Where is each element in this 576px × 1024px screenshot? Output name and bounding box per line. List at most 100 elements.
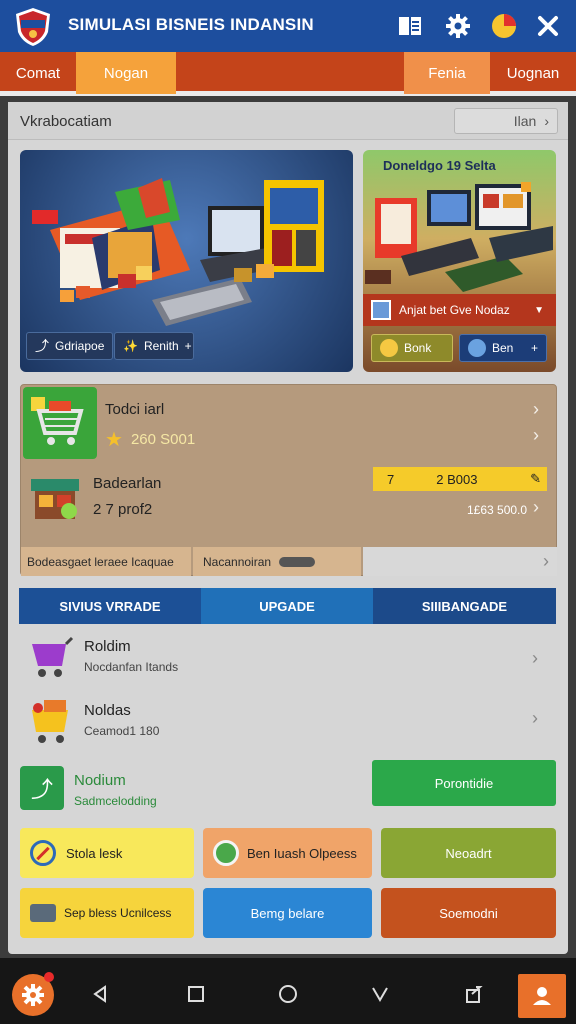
action-button-neoadrt[interactable]: Neoadrt	[381, 828, 556, 878]
globe-icon	[213, 840, 239, 866]
app-logo[interactable]	[12, 6, 54, 48]
recent-icon[interactable]	[366, 980, 394, 1008]
action-button-label: Bemg belare	[250, 905, 325, 921]
star-icon: ★	[105, 429, 123, 451]
stat-footer-more[interactable]: ›	[363, 547, 557, 576]
premium-title: Nodium	[74, 772, 126, 789]
bonus-button[interactable]: Bonk	[371, 334, 453, 362]
progress-bar	[279, 556, 316, 567]
chevron-right-icon[interactable]: ›	[533, 399, 539, 420]
list-item-subtitle: Nocdanfan Itands	[84, 660, 179, 674]
chevron-right-icon[interactable]: ›	[533, 497, 539, 518]
chevron-right-icon[interactable]: ›	[533, 425, 539, 446]
list-item[interactable]: Roldim Nocdanfan Itands ›	[20, 632, 557, 688]
list-item-subtitle: Ceamod1 180	[84, 724, 160, 738]
chevron-right-icon: ›	[544, 113, 549, 129]
banner-caption: Anjat bet Gve Nodaz	[399, 303, 510, 317]
notification-dot	[44, 972, 54, 982]
no-entry-icon	[30, 840, 56, 866]
gear-icon[interactable]	[12, 972, 54, 1016]
plus-icon: +	[530, 341, 538, 355]
main-tabs: Comat Nogan Fenia Uognan	[0, 52, 576, 96]
tab-nogan[interactable]: Nogan	[76, 52, 176, 94]
signpost-icon: ⤴	[20, 766, 64, 810]
store-banner-left[interactable]: ⤴ Gdriapoe ✨ Renith +	[20, 150, 353, 372]
arrow-up-icon: ⤴	[35, 338, 49, 354]
list-item[interactable]: Noldas Ceamod1 180 ›	[20, 694, 557, 750]
market-stall-icon	[27, 469, 83, 525]
profile-icon[interactable]	[518, 974, 566, 1018]
tab-comat[interactable]: Comat	[0, 52, 76, 94]
chevron-right-icon: ›	[543, 551, 549, 571]
banner-button-primary-label: Gdriapoe	[55, 339, 105, 353]
action-button-label: Ben Iuash Olpeess	[247, 845, 357, 861]
stat-badge: 7 2 B003 ✎	[373, 467, 547, 491]
stat-title-2: Badearlan	[93, 475, 162, 492]
plus-icon: +	[184, 339, 192, 353]
compass-icon: ✨	[123, 339, 138, 353]
purple-cart-icon	[26, 636, 74, 680]
chevron-right-icon: ›	[532, 708, 538, 728]
premium-subtitle: Sadmcelodding	[74, 794, 157, 808]
image-icon	[371, 300, 391, 320]
bank-button[interactable]: Ben +	[459, 334, 547, 362]
action-button-label: Neoadrt	[445, 845, 492, 861]
globe-icon	[468, 339, 486, 357]
banner-right-title: Doneldgo 19 Selta	[383, 158, 496, 173]
stat-value-1: 260 S001	[130, 431, 196, 448]
banner-button-primary[interactable]: ⤴ Gdriapoe	[26, 332, 114, 360]
section-link-button[interactable]: Ilan ›	[454, 108, 558, 134]
banner-caption-bar: Anjat bet Gve Nodaz ▼	[363, 294, 556, 326]
bonus-button-label: Bonk	[404, 341, 432, 355]
action-button-sep-bless[interactable]: Sep bless Ucnilcess	[20, 888, 194, 938]
top-app-bar: SIMULASI BISNEIS INDANSIN	[0, 0, 576, 52]
system-nav-bar	[0, 958, 576, 1024]
tab-sivius-vrrade[interactable]: SIVIUS VRRADE	[19, 588, 201, 624]
wallet-icon	[30, 904, 56, 922]
stat-value-1-row: ★ 260 S001	[105, 427, 195, 452]
home-square-icon[interactable]	[182, 980, 210, 1008]
back-icon[interactable]	[86, 980, 114, 1008]
stat-value-2: 2 7 prof2	[93, 501, 153, 518]
banner-button-secondary[interactable]: ✨ Renith +	[114, 332, 194, 360]
stat-title-1: Todci iarl	[105, 401, 165, 418]
list-item-title: Noldas	[84, 702, 131, 719]
share-icon[interactable]	[460, 980, 488, 1008]
action-button-stola[interactable]: Stola lesk	[20, 828, 194, 878]
upgrade-tabs: SIVIUS VRRADE UPGADE SIIIBANGADE	[19, 588, 556, 624]
stat-footer-right[interactable]: Nacannoiran	[193, 547, 361, 576]
book-icon[interactable]	[396, 12, 424, 40]
tab-siiibangade[interactable]: SIIIBANGADE	[373, 588, 556, 624]
edit-icon[interactable]: ✎	[530, 471, 541, 487]
main-panel: Vkrabocatiam Ilan › ⤴ Gdriapoe ✨ Renith …	[8, 102, 568, 954]
app-title: SIMULASI BISNEIS INDANSIN	[68, 15, 314, 34]
chevron-right-icon: ›	[532, 648, 538, 668]
stat-badge-left: 7	[387, 471, 395, 487]
business-stats: Todci iarl ★ 260 S001 › › Badearlan 2 7 …	[20, 384, 557, 576]
pie-chart-icon[interactable]	[490, 12, 518, 40]
list-item-title: Roldim	[84, 638, 131, 655]
action-button-ben-iuash[interactable]: Ben Iuash Olpeess	[203, 828, 372, 878]
tab-upgade[interactable]: UPGADE	[201, 588, 373, 624]
tools-icon[interactable]	[534, 12, 562, 40]
store-banner-right[interactable]: Doneldgo 19 Selta Anjat bet Gve Nodaz ▼ …	[363, 150, 556, 372]
stat-footer-left[interactable]: Bodeasgaet leraee Icaquae	[21, 547, 191, 576]
banner-button-secondary-label: Renith	[143, 339, 179, 353]
premium-button[interactable]: Porontidie	[372, 760, 556, 806]
circle-icon[interactable]	[274, 980, 302, 1008]
section-header: Vkrabocatiam Ilan ›	[8, 102, 568, 140]
stat-amount: 1£63 500.0	[467, 503, 528, 517]
action-button-soemodni[interactable]: Soemodni	[381, 888, 556, 938]
stat-footer-right-label: Nacannoiran	[203, 554, 272, 569]
action-button-label: Sep bless Ucnilcess	[64, 906, 172, 920]
section-title: Vkrabocatiam	[20, 113, 112, 130]
action-button-bemg-belare[interactable]: Bemg belare	[203, 888, 372, 938]
tab-uognan[interactable]: Uognan	[490, 52, 576, 94]
action-button-label: Soemodni	[439, 905, 498, 921]
tab-fenia[interactable]: Fenia	[404, 52, 490, 94]
caret-down-icon: ▼	[534, 304, 544, 316]
action-button-label: Stola lesk	[66, 845, 123, 861]
stat-badge-right: 2 B003	[436, 471, 478, 487]
gear-icon[interactable]	[444, 12, 472, 40]
shopping-cart-icon	[23, 387, 97, 459]
